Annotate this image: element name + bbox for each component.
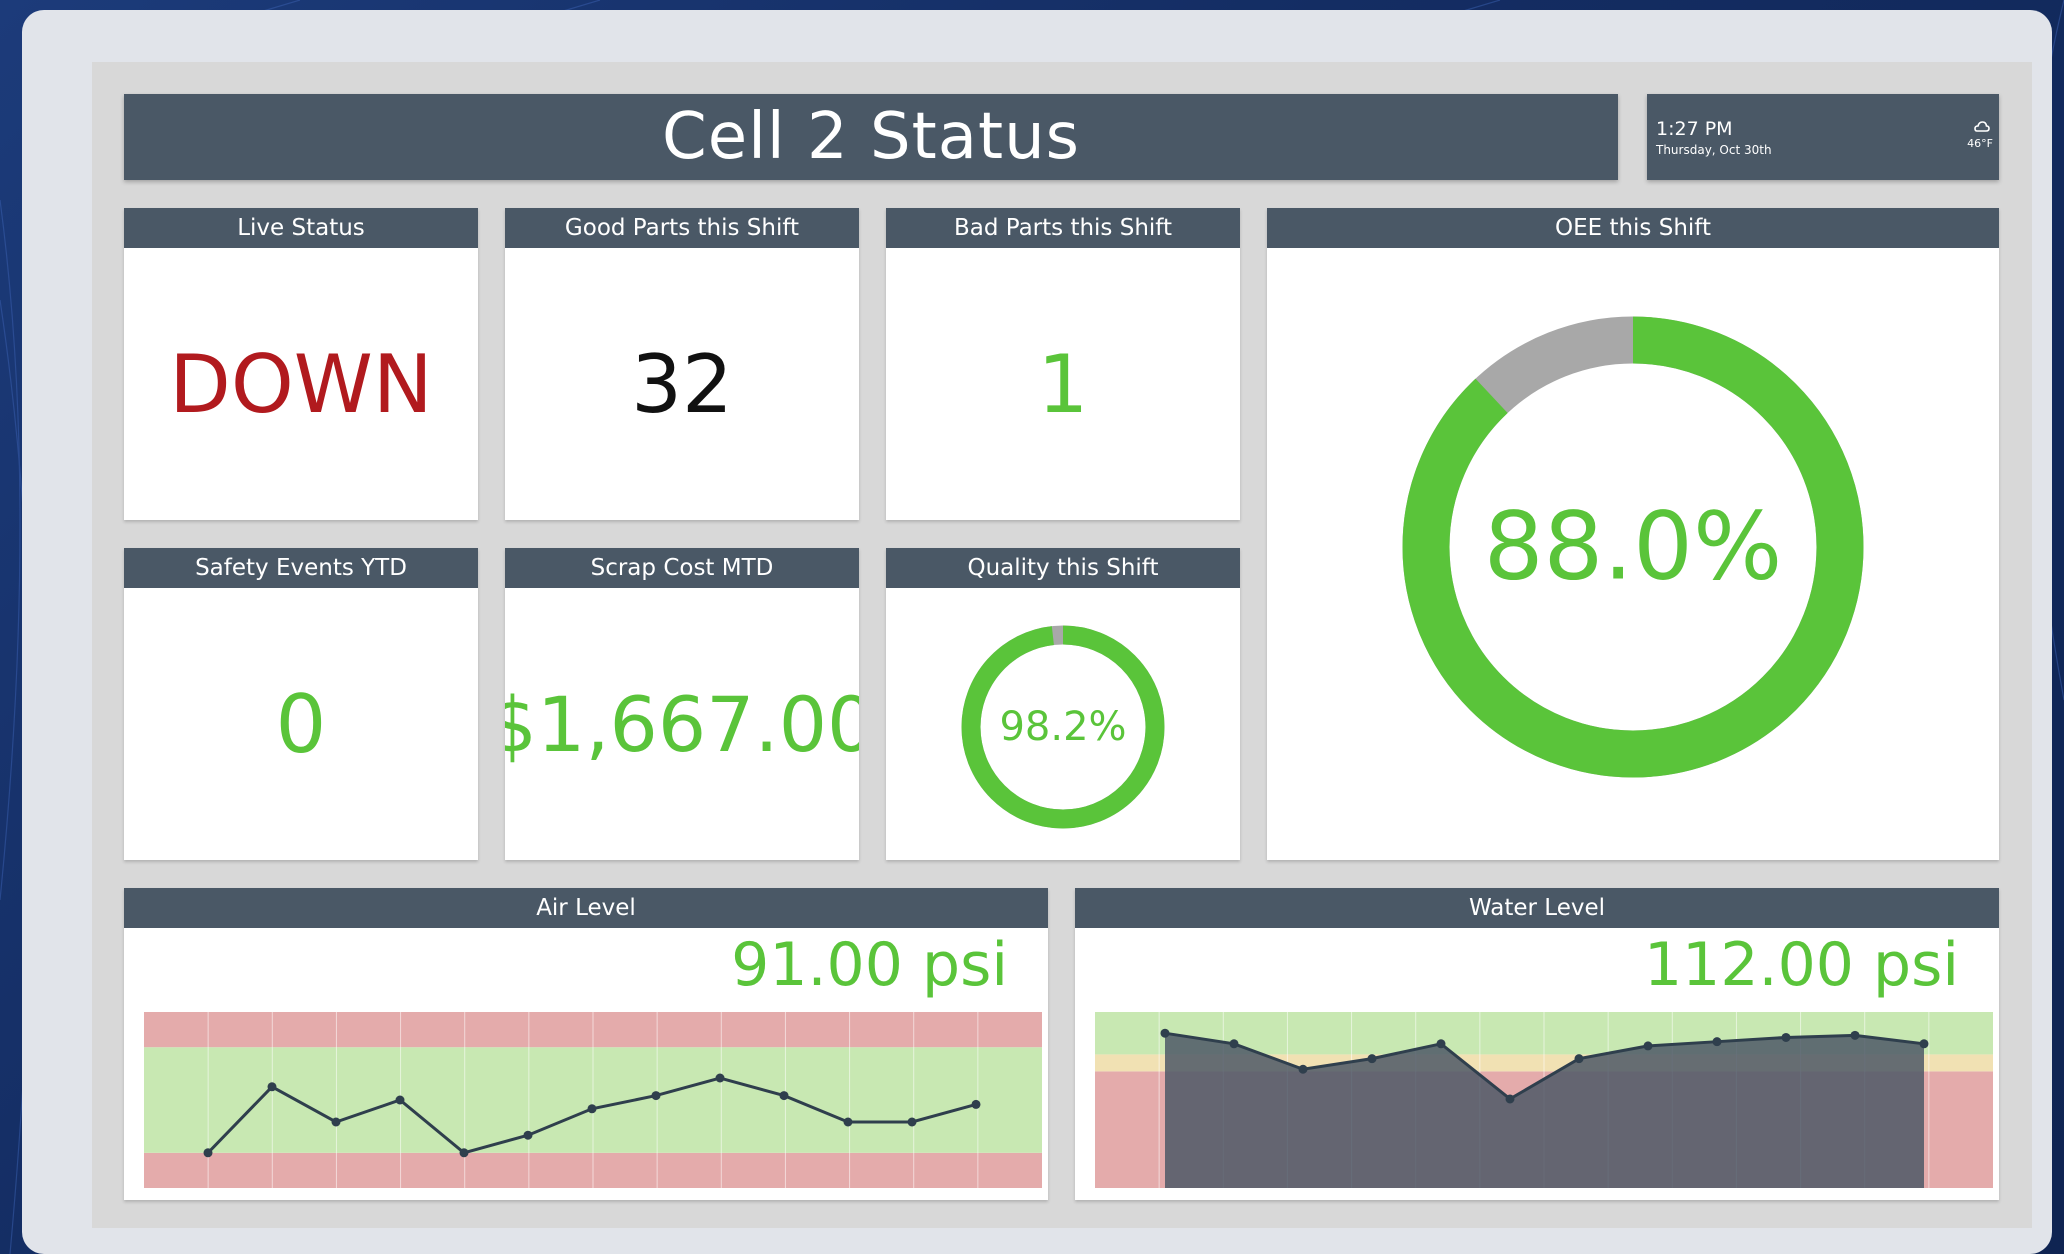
data-point	[1436, 1039, 1446, 1049]
data-point	[843, 1117, 853, 1127]
cloud-icon	[1974, 121, 1990, 132]
data-point	[1505, 1094, 1515, 1104]
air-level-chart	[144, 1012, 1042, 1188]
tile-bad-parts-label: Bad Parts this Shift	[886, 208, 1240, 248]
data-point	[523, 1130, 533, 1140]
data-point	[1850, 1030, 1860, 1040]
data-point	[1229, 1039, 1239, 1049]
data-point	[587, 1104, 597, 1114]
data-point	[1574, 1054, 1584, 1064]
tile-air-level-label: Air Level	[124, 888, 1048, 928]
data-point	[971, 1099, 981, 1109]
data-point	[715, 1073, 725, 1083]
tile-bad-parts: Bad Parts this Shift 1	[886, 208, 1240, 520]
tile-safety-events-label: Safety Events YTD	[124, 548, 478, 588]
clock-date: Thursday, Oct 30th	[1656, 143, 1772, 157]
data-point	[395, 1095, 405, 1105]
tile-live-status-label: Live Status	[124, 208, 478, 248]
water-level-reading: 112.00 psi	[1643, 930, 1959, 1000]
data-point	[907, 1117, 917, 1127]
data-point	[1712, 1037, 1722, 1047]
live-status-value: DOWN	[169, 337, 433, 431]
title-banner: Cell 2 Status	[124, 94, 1618, 180]
data-point	[267, 1082, 277, 1092]
data-point	[331, 1117, 341, 1127]
tile-air-level: Air Level 91.00 psi	[124, 888, 1048, 1200]
data-point	[1160, 1028, 1170, 1038]
tile-good-parts-label: Good Parts this Shift	[505, 208, 859, 248]
air-level-reading: 91.00 psi	[731, 930, 1008, 1000]
tile-oee: OEE this Shift 88.0%	[1267, 208, 1999, 860]
quality-gauge: 98.2%	[961, 625, 1165, 829]
clock-temperature: 46°F	[1967, 137, 1993, 150]
page-title: Cell 2 Status	[662, 100, 1080, 174]
oee-value: 88.0%	[1484, 493, 1783, 602]
data-point	[1781, 1032, 1791, 1042]
tile-water-level-label: Water Level	[1075, 888, 1999, 928]
tile-quality: Quality this Shift 98.2%	[886, 548, 1240, 860]
dashboard-frame: Cell 2 Status 1:27 PM Thursday, Oct 30th…	[22, 10, 2052, 1254]
tile-good-parts: Good Parts this Shift 32	[505, 208, 859, 520]
data-point	[651, 1091, 661, 1101]
water-level-chart	[1095, 1012, 1993, 1188]
data-point	[1643, 1041, 1653, 1051]
tile-oee-label: OEE this Shift	[1267, 208, 1999, 248]
data-point	[1298, 1064, 1308, 1074]
tile-scrap-cost-label: Scrap Cost MTD	[505, 548, 859, 588]
tile-water-level: Water Level 112.00 psi	[1075, 888, 1999, 1200]
data-point	[1919, 1039, 1929, 1049]
bad-parts-value: 1	[1037, 337, 1089, 431]
tile-live-status: Live Status DOWN	[124, 208, 478, 520]
good-parts-value: 32	[631, 337, 733, 431]
tile-quality-label: Quality this Shift	[886, 548, 1240, 588]
data-point	[1367, 1054, 1377, 1064]
clock-widget: 1:27 PM Thursday, Oct 30th 46°F	[1647, 94, 1999, 180]
data-point	[459, 1148, 469, 1158]
scrap-cost-value: $1,667.00	[505, 679, 859, 769]
tile-safety-events: Safety Events YTD 0	[124, 548, 478, 860]
oee-gauge: 88.0%	[1402, 316, 1864, 778]
data-point	[203, 1148, 213, 1158]
safety-events-value: 0	[275, 677, 327, 771]
tile-scrap-cost: Scrap Cost MTD $1,667.00	[505, 548, 859, 860]
dashboard-panel: Cell 2 Status 1:27 PM Thursday, Oct 30th…	[92, 62, 2032, 1228]
quality-value: 98.2%	[999, 704, 1126, 750]
data-point	[779, 1091, 789, 1101]
clock-time: 1:27 PM	[1656, 118, 1733, 140]
